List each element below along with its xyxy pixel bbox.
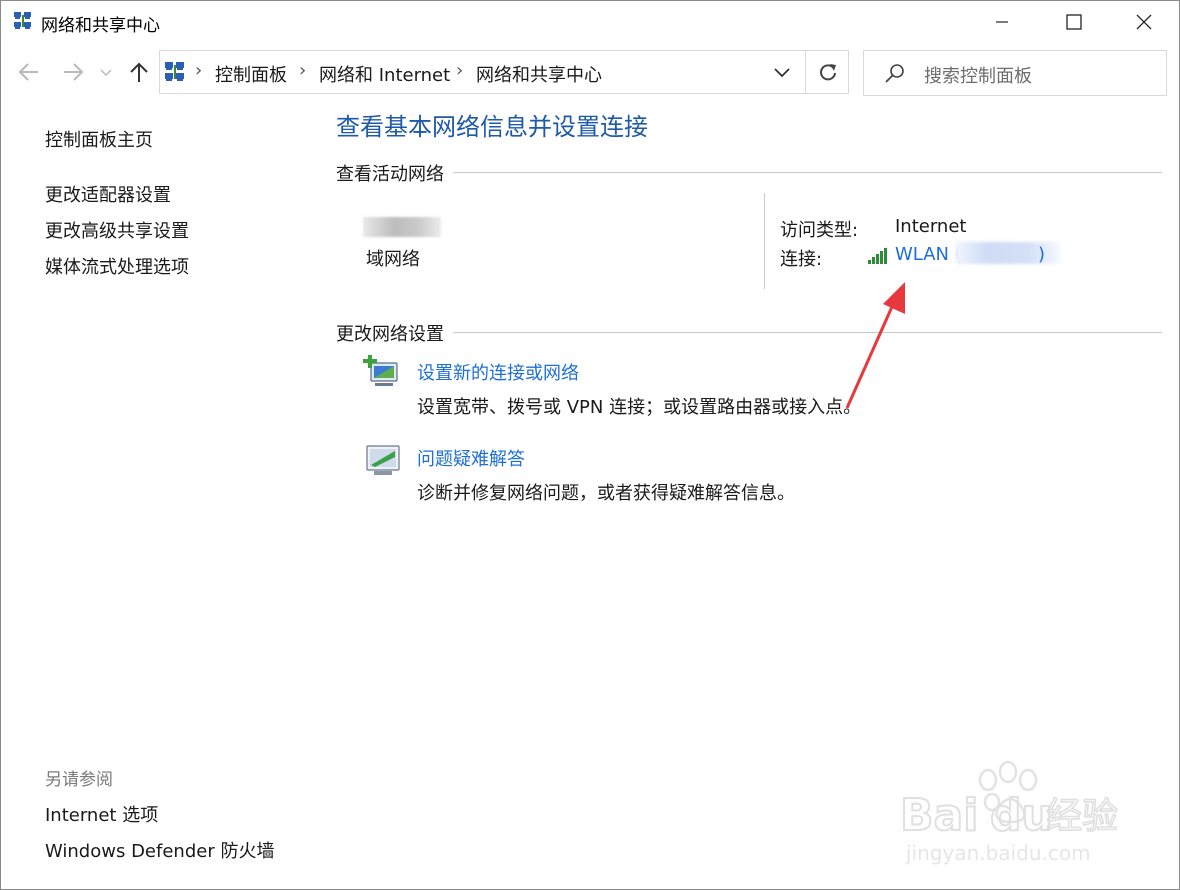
wlan-close-paren: ) [1038,244,1046,265]
media-streaming-options-link[interactable]: 媒体流式处理选项 [45,253,189,279]
arrow-up-icon[interactable] [129,61,149,83]
annotation-arrow [845,282,905,409]
access-type-value: Internet [895,216,967,237]
control-panel-icon [165,62,184,81]
divider [764,193,765,289]
setup-new-connection-link[interactable]: 设置新的连接或网络 [417,359,579,385]
wlan-connection-link[interactable]: WLAN ( [895,244,962,265]
svg-text:经验: 经验 [1046,796,1118,837]
minimize-icon [996,21,1008,23]
troubleshoot-problems-link[interactable]: 问题疑难解答 [417,445,525,471]
window-title: 网络和共享中心 [41,16,160,36]
setup-new-connection-description: 设置宽带、拨号或 VPN 连接；或设置路由器或接入点。 [417,397,862,418]
refresh-button[interactable] [805,51,849,93]
svg-text:jingyan.baidu.com: jingyan.baidu.com [905,841,1091,865]
breadcrumb-separator: › [299,60,307,81]
active-networks-heading: 查看活动网络 [336,164,444,185]
network-name-redacted [363,217,441,237]
close-icon [1136,14,1152,30]
svg-text:du: du [990,790,1053,841]
change-network-settings-heading: 更改网络设置 [336,324,444,345]
access-type-label: 访问类型: [780,220,859,241]
address-dropdown-chevron-icon[interactable] [770,60,794,84]
windows-defender-firewall-link[interactable]: Windows Defender 防火墙 [45,837,274,863]
change-adapter-settings-link[interactable]: 更改适配器设置 [45,181,171,207]
svg-text:Bai: Bai [900,790,978,841]
divider [453,332,1162,333]
search-icon [885,64,904,83]
page-title: 查看基本网络信息并设置连接 [336,113,648,141]
baidu-jingyan-watermark: Bai du 经验 jingyan.baidu.com [900,760,1119,865]
search-placeholder[interactable]: 搜索控制面板 [924,62,1032,88]
maximize-button[interactable] [1038,0,1110,44]
network-center-app-icon [14,12,31,29]
breadcrumb-control-panel[interactable]: 控制面板 [215,61,287,87]
divider [453,172,1162,173]
maximize-icon [1066,14,1082,30]
troubleshoot-problems-description: 诊断并修复网络问题，或者获得疑难解答信息。 [417,483,795,504]
recent-locations-chevron-icon[interactable] [100,68,112,78]
breadcrumb-network-sharing-center[interactable]: 网络和共享中心 [476,61,602,87]
network-category: 域网络 [366,249,420,270]
minimize-button[interactable] [966,0,1038,44]
new-connection-icon [363,355,398,386]
breadcrumb-network-internet[interactable]: 网络和 Internet [319,61,450,87]
arrow-right-icon[interactable] [62,62,84,82]
troubleshoot-icon [366,445,400,475]
wifi-signal-icon [868,248,887,264]
internet-options-link[interactable]: Internet 选项 [45,801,158,827]
breadcrumb-separator: › [195,60,203,81]
change-advanced-sharing-link[interactable]: 更改高级共享设置 [45,217,189,243]
refresh-icon [819,64,836,81]
control-panel-home-link[interactable]: 控制面板主页 [45,126,153,152]
close-button[interactable] [1108,0,1180,44]
breadcrumb-separator: › [456,60,464,81]
arrow-left-icon[interactable] [18,62,40,82]
connection-label: 连接: [780,249,823,270]
see-also-heading: 另请参阅 [45,770,113,790]
